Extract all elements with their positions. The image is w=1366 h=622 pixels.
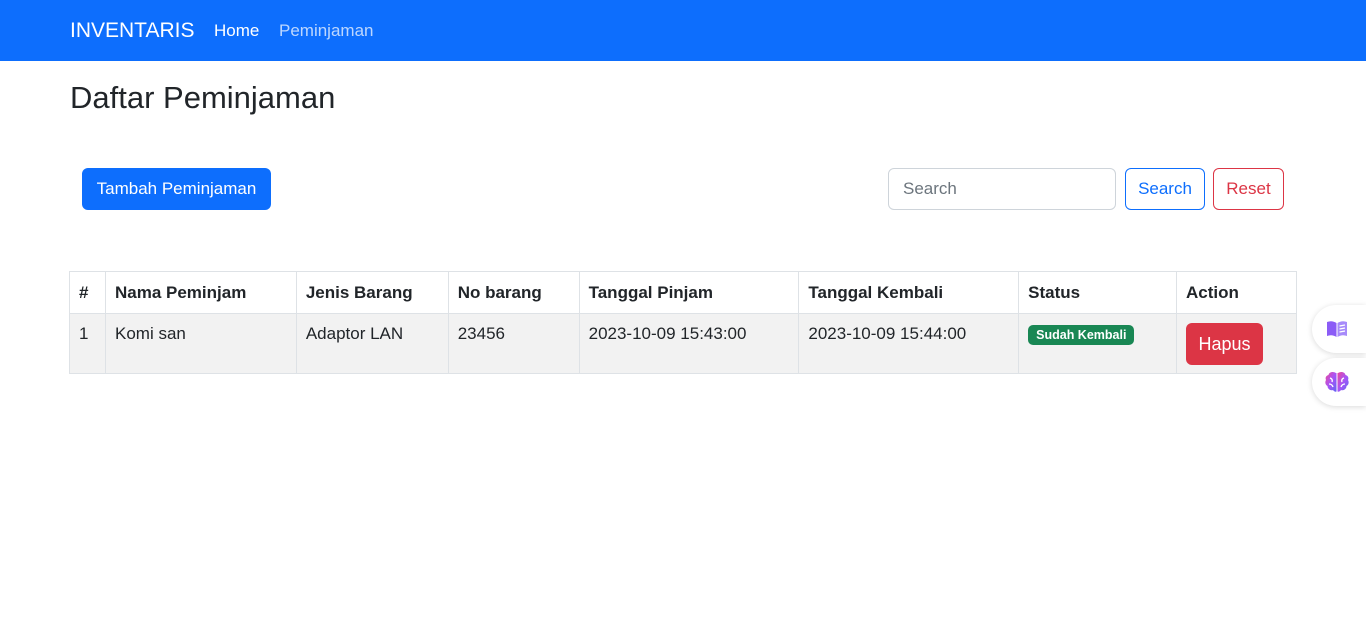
header-tanggal-kembali: Tanggal Kembali	[798, 271, 1020, 314]
table-row: 1 Komi san Adaptor LAN 23456 2023-10-09 …	[69, 313, 1297, 374]
header-nama-peminjam: Nama Peminjam	[104, 271, 297, 314]
header-no-barang: No barang	[447, 271, 580, 314]
navbar: INVENTARIS Home Peminjaman	[0, 0, 1366, 61]
loan-table: # Nama Peminjam Jenis Barang No barang T…	[69, 271, 1297, 374]
cell-nama-peminjam: Komi san	[104, 313, 297, 374]
nav-link-home[interactable]: Home	[214, 20, 259, 42]
cell-number: 1	[69, 313, 106, 374]
delete-button[interactable]: Hapus	[1186, 323, 1264, 365]
ai-assistant-tab[interactable]	[1312, 358, 1366, 406]
search-button[interactable]: Search	[1125, 168, 1205, 210]
reset-button[interactable]: Reset	[1213, 168, 1284, 210]
search-input[interactable]	[888, 168, 1116, 210]
header-jenis-barang: Jenis Barang	[295, 271, 449, 314]
header-tanggal-pinjam: Tanggal Pinjam	[578, 271, 800, 314]
status-badge: Sudah Kembali	[1028, 325, 1135, 345]
cell-tanggal-pinjam: 2023-10-09 15:43:00	[578, 313, 800, 374]
page-title: Daftar Peminjaman	[70, 80, 336, 115]
cell-status: Sudah Kembali	[1018, 313, 1178, 374]
cell-action: Hapus	[1176, 313, 1297, 374]
navbar-brand[interactable]: INVENTARIS	[70, 17, 194, 44]
header-status: Status	[1018, 271, 1178, 314]
header-number: #	[69, 271, 106, 314]
cell-tanggal-kembali: 2023-10-09 15:44:00	[798, 313, 1020, 374]
brain-icon	[1325, 371, 1349, 392]
reader-tab[interactable]	[1312, 305, 1366, 353]
table-header-row: # Nama Peminjam Jenis Barang No barang T…	[69, 271, 1297, 314]
cell-no-barang: 23456	[447, 313, 580, 374]
header-action: Action	[1176, 271, 1297, 314]
book-icon	[1327, 321, 1347, 337]
nav-link-peminjaman[interactable]: Peminjaman	[279, 20, 374, 42]
cell-jenis-barang: Adaptor LAN	[295, 313, 449, 374]
add-loan-button[interactable]: Tambah Peminjaman	[82, 168, 271, 210]
